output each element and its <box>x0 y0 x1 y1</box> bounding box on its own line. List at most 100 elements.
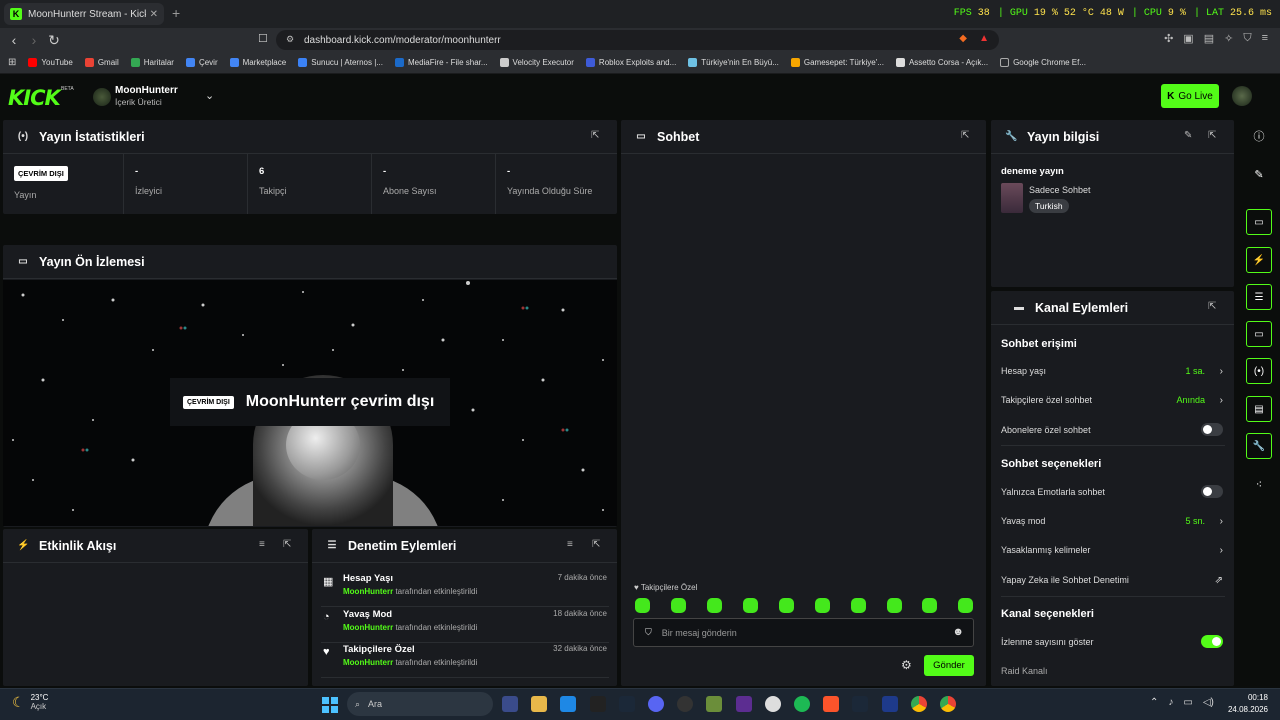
filter-icon[interactable]: ≡ <box>567 539 573 550</box>
emoji-picker-icon[interactable]: ☻ <box>952 626 964 638</box>
site-info-icon[interactable]: ⚙ <box>286 34 294 45</box>
emote-icon[interactable] <box>779 598 794 613</box>
emote-icon[interactable] <box>887 598 902 613</box>
brave-shield-icon[interactable]: ◆ <box>959 33 967 44</box>
emote-icon[interactable] <box>851 598 866 613</box>
sidebar-channel-actions-button[interactable]: ▤ <box>1246 396 1272 422</box>
wallet-icon[interactable]: ▤ <box>1204 32 1214 45</box>
popout-icon[interactable]: ⇱ <box>1208 130 1216 141</box>
steam-icon-2[interactable] <box>852 696 868 712</box>
brave-rewards-icon[interactable]: ▲ <box>979 33 989 44</box>
popout-icon[interactable]: ⇱ <box>592 539 600 550</box>
chat-message-input[interactable]: ⛉ Bir mesaj gönderin ☻ <box>633 618 974 647</box>
discord-icon[interactable] <box>648 696 664 712</box>
windows-start-icon[interactable] <box>322 697 338 713</box>
reload-icon[interactable]: ↻ <box>44 32 64 49</box>
subs-only-toggle[interactable] <box>1201 423 1223 436</box>
chrome-icon[interactable] <box>911 696 927 712</box>
slow-mode-row[interactable]: Yavaş mod 5 sn. › <box>1001 516 1225 527</box>
emote-icon[interactable] <box>707 598 722 613</box>
chatgpt-icon[interactable] <box>765 696 781 712</box>
popout-icon[interactable]: ⇱ <box>1208 301 1216 312</box>
bookmark-item[interactable]: YouTube <box>28 58 73 67</box>
info-icon[interactable]: ⓘ <box>1246 123 1272 149</box>
mod-action-user[interactable]: MoonHunterr <box>343 623 393 632</box>
edit-pencil-icon[interactable]: ✎ <box>1184 130 1192 141</box>
bookmark-item[interactable]: Assetto Corsa - Açık... <box>895 58 988 67</box>
leo-ai-icon[interactable]: ✧ <box>1224 32 1233 45</box>
extensions-icon[interactable]: ✣ <box>1164 32 1173 45</box>
visual-studio-icon[interactable] <box>736 696 752 712</box>
mod-action-user[interactable]: MoonHunterr <box>343 658 393 667</box>
bookmark-item[interactable]: Gamesepet: Türkiye'... <box>790 58 884 67</box>
brave-icon[interactable] <box>823 696 839 712</box>
steam-icon[interactable] <box>619 696 635 712</box>
channel-name[interactable]: MoonHunterr <box>115 85 178 96</box>
taskbar-clock[interactable]: 00:18 24.08.2026 <box>1228 692 1268 716</box>
spotify-icon[interactable] <box>794 696 810 712</box>
bookmark-item[interactable]: Marketplace <box>229 58 286 67</box>
vpn-icon[interactable]: ⛉ <box>1243 32 1251 45</box>
file-explorer-icon[interactable] <box>531 696 547 712</box>
bookmark-item[interactable]: Sunucu | Aternos |... <box>298 58 383 67</box>
raid-channel-row[interactable]: Raid Kanalı <box>1001 666 1225 676</box>
microphone-icon[interactable]: ♪ <box>1168 697 1173 708</box>
kick-logo[interactable]: KICK <box>8 86 61 110</box>
account-age-row[interactable]: Hesap yaşı 1 sa. › <box>1001 366 1225 377</box>
send-button[interactable]: Gönder <box>924 655 974 676</box>
edit-pencil-icon[interactable]: ✎ <box>1246 161 1272 187</box>
bookmark-item[interactable]: MediaFire - File shar... <box>394 58 488 67</box>
vscode-icon[interactable] <box>560 696 576 712</box>
browser-tab-active[interactable]: K MoonHunterr Stream - Kick Da... ✕ <box>4 3 164 25</box>
address-bar[interactable]: ⚙ dashboard.kick.com/moderator/moonhunte… <box>276 30 999 50</box>
bookmark-folder[interactable]: Google Chrome Ef... <box>1000 58 1086 67</box>
ai-moderation-row[interactable]: Yapay Zeka ile Sohbet Denetimi ⇗ <box>1001 575 1225 586</box>
bookmark-item[interactable]: Türkiye'nin En Büyü... <box>688 58 779 67</box>
sidebar-stream-info-button[interactable]: 🔧 <box>1246 433 1272 459</box>
forward-icon[interactable]: › <box>24 32 44 48</box>
obs-icon[interactable] <box>677 696 693 712</box>
menu-icon[interactable]: ≡ <box>1262 32 1268 45</box>
bookmark-item[interactable]: Çevir <box>185 58 218 67</box>
mod-action-user[interactable]: MoonHunterr <box>343 587 393 596</box>
sidebar-chat-button[interactable]: ▭ <box>1246 321 1272 347</box>
emote-only-toggle[interactable] <box>1201 485 1223 498</box>
minecraft-icon[interactable] <box>706 696 722 712</box>
chrome-icon-2[interactable] <box>940 696 956 712</box>
apps-grid-icon[interactable]: ⊞ <box>8 57 16 68</box>
bookmark-item[interactable]: Haritalar <box>130 58 174 67</box>
chevron-up-icon[interactable]: ⌃ <box>1150 697 1158 708</box>
chat-settings-gear-icon[interactable]: ⚙ <box>901 658 912 672</box>
emote-icon[interactable] <box>815 598 830 613</box>
emote-icon[interactable] <box>922 598 937 613</box>
sidebar-activity-button[interactable]: ⚡ <box>1246 247 1272 273</box>
popout-icon[interactable]: ⇱ <box>283 539 291 550</box>
sidebar-stats-button[interactable]: (•) <box>1246 358 1272 384</box>
bookmark-item[interactable]: Gmail <box>84 58 119 67</box>
chevron-down-icon[interactable]: ⌄ <box>205 89 214 102</box>
emote-icon[interactable] <box>635 598 650 613</box>
close-tab-icon[interactable]: ✕ <box>150 9 158 20</box>
bookmark-item[interactable]: Roblox Exploits and... <box>585 58 676 67</box>
store-app-icon[interactable] <box>502 696 518 712</box>
sidebar-moderation-button[interactable]: ☰ <box>1246 284 1272 310</box>
back-icon[interactable]: ‹ <box>4 32 24 48</box>
weather-widget[interactable]: ☾ 23°C Açık <box>12 693 48 711</box>
show-viewers-toggle[interactable] <box>1201 635 1223 648</box>
emote-icon[interactable] <box>671 598 686 613</box>
banned-words-row[interactable]: Yasaklanmış kelimeler › <box>1001 545 1225 556</box>
network-icon[interactable]: ▭ <box>1183 697 1192 708</box>
channel-avatar[interactable] <box>93 88 111 106</box>
bookmark-item[interactable]: Velocity Executor <box>499 58 574 67</box>
followers-only-row[interactable]: Takipçilere özel sohbet Anında › <box>1001 395 1225 406</box>
go-live-button[interactable]: K Go Live <box>1161 84 1219 108</box>
more-widgets-icon[interactable]: ⁖ <box>1246 471 1272 497</box>
bookmark-star-icon[interactable]: ☐ <box>258 32 268 45</box>
popout-icon[interactable]: ⇱ <box>591 130 599 141</box>
emote-icon[interactable] <box>958 598 973 613</box>
sidebar-toggle-icon[interactable]: ▣ <box>1183 32 1193 45</box>
popout-icon[interactable]: ⇱ <box>961 130 969 141</box>
new-tab-icon[interactable]: + <box>172 5 180 21</box>
filter-icon[interactable]: ≡ <box>259 539 265 550</box>
volume-icon[interactable]: ◁) <box>1203 697 1214 708</box>
